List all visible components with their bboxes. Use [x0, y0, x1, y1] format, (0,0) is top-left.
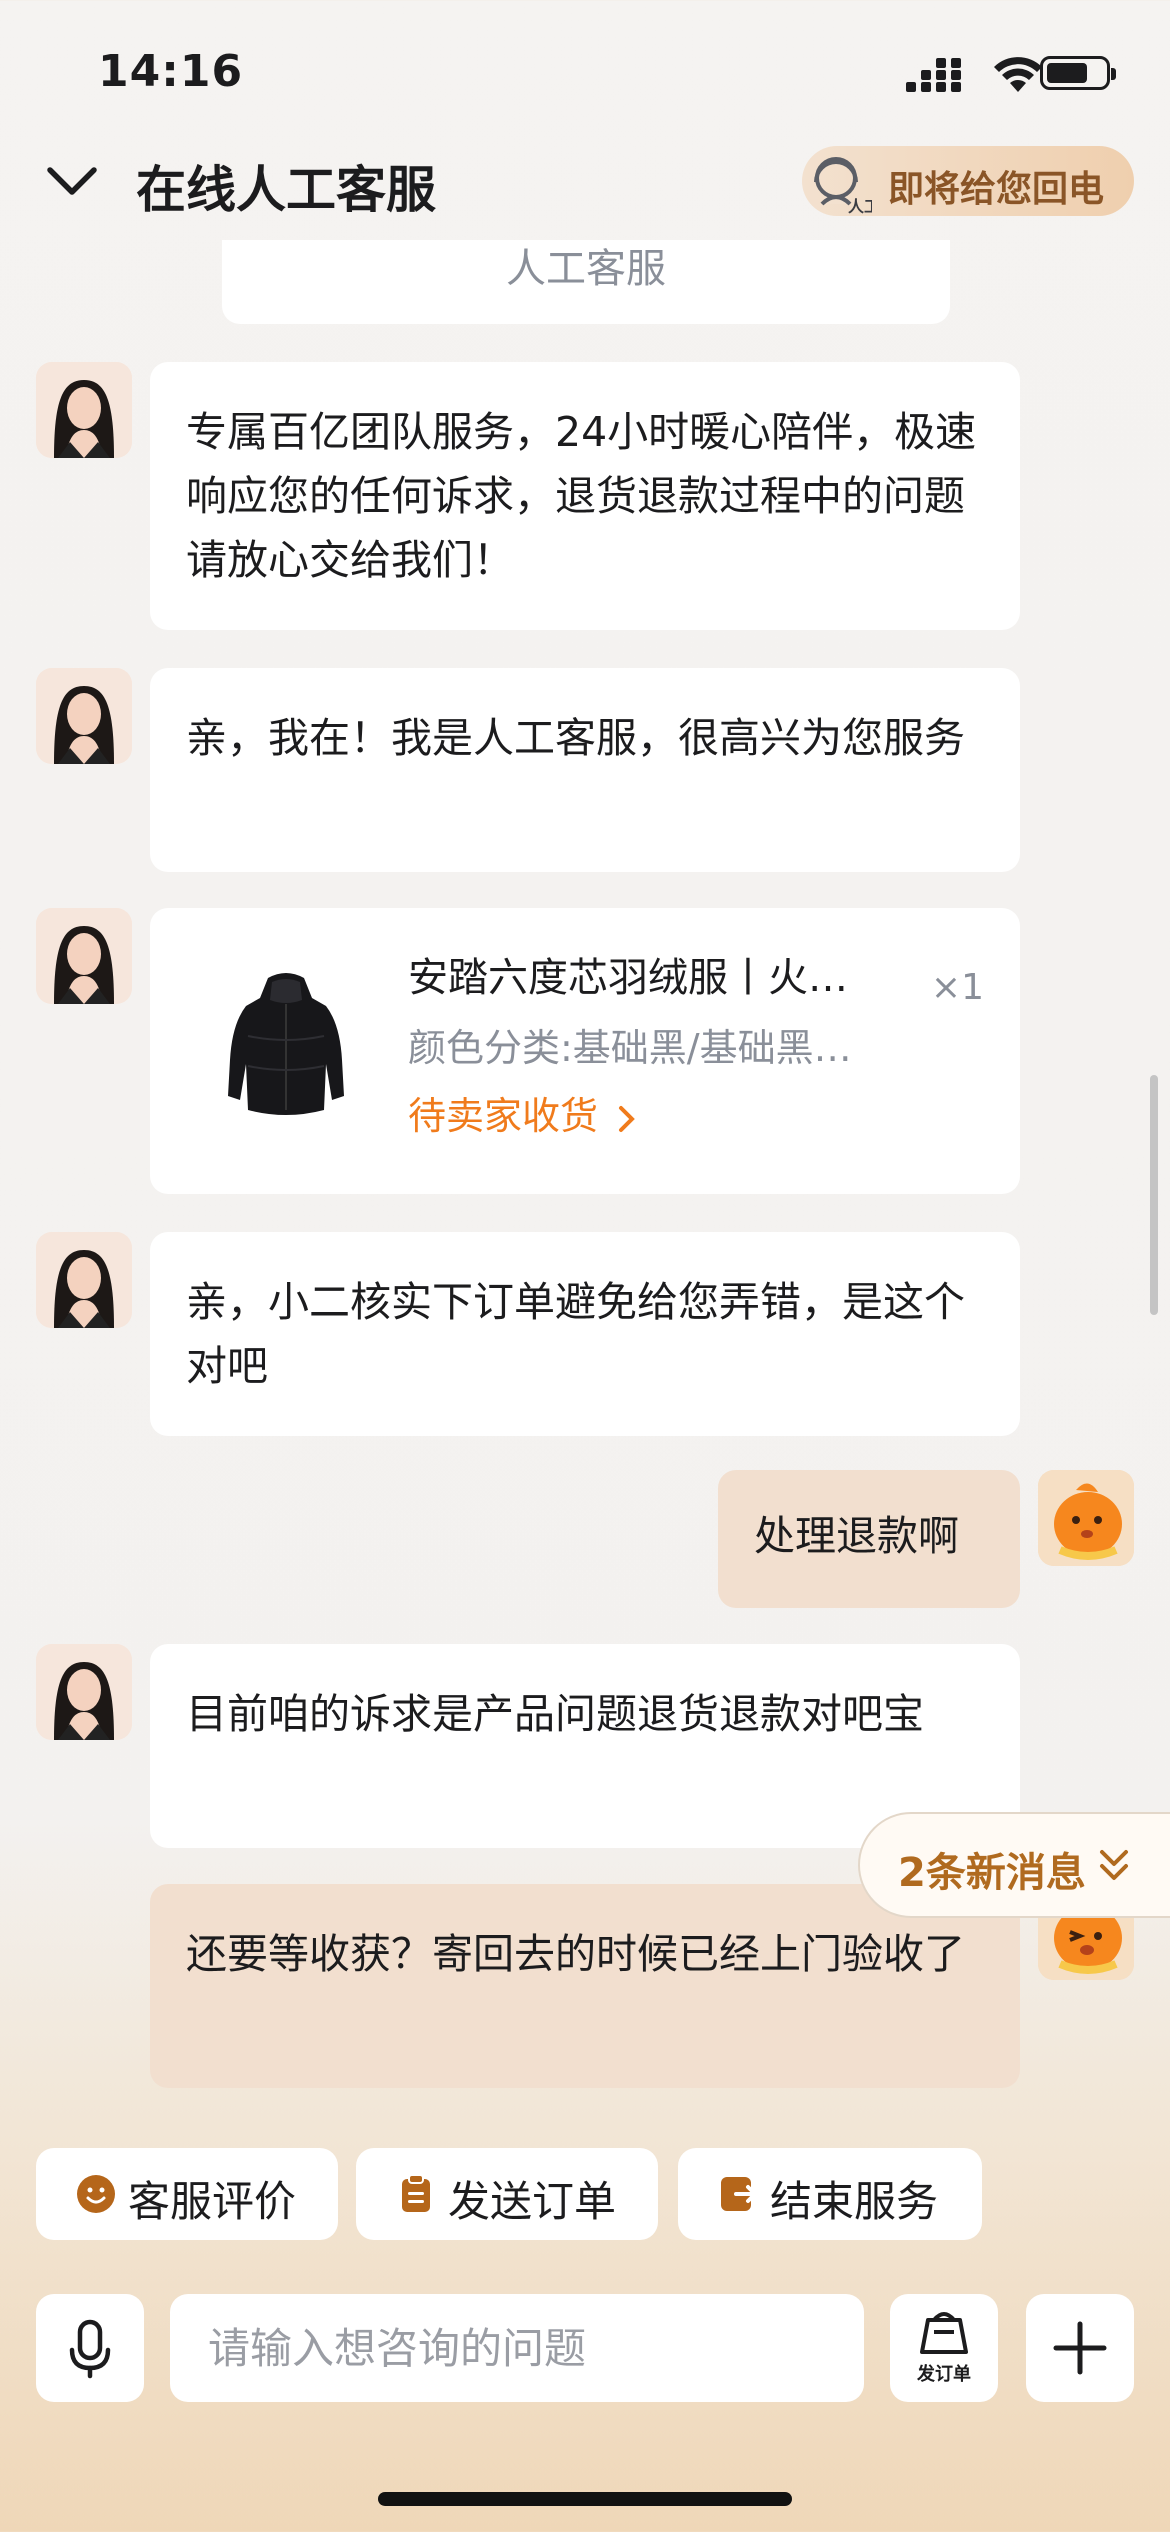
quick-action-label: 客服评价 [128, 2177, 297, 2226]
rate-service-button[interactable]: 客服评价 [36, 2148, 338, 2240]
callback-label: 即将给您回电 [888, 169, 1105, 210]
plus-icon [1053, 2321, 1107, 2375]
battery-icon [1040, 56, 1116, 90]
agent-avatar [36, 362, 132, 458]
product-sku: 颜色分类:基础黑/基础黑… [408, 1026, 852, 1070]
page-title: 在线人工客服 [136, 161, 436, 219]
agent-message: 专属百亿团队服务，24小时暖心陪伴，极速响应您的任何诉求，退货退款过程中的问题请… [150, 362, 1020, 630]
agent-avatar [36, 668, 132, 764]
product-title: 安踏六度芯羽绒服丨火… [408, 955, 848, 1001]
message-text: 目前咱的诉求是产品问题退货退款对吧宝 [186, 1690, 924, 1738]
wifi-icon [994, 57, 1042, 92]
home-indicator[interactable] [378, 2492, 792, 2506]
agent-avatar [36, 1644, 132, 1740]
send-order-shortcut-label: 发订单 [917, 2364, 971, 2385]
new-messages-button[interactable]: 2条新消息 [858, 1812, 1170, 1918]
product-quantity: ×1 [930, 967, 984, 1008]
message-text: 专属百亿团队服务，24小时暖心陪伴，极速响应您的任何诉求，退货退款过程中的问题请… [186, 408, 977, 584]
exit-icon [721, 2177, 757, 2211]
message-text: 还要等收获？寄回去的时候已经上门验收了 [186, 1930, 965, 1978]
new-messages-label: 2条新消息 [898, 1850, 1086, 1896]
previous-card-text: 人工客服 [506, 246, 666, 292]
order-status-link[interactable]: 待卖家收货 [408, 1084, 638, 1148]
status-time: 14:16 [98, 46, 244, 97]
product-card[interactable]: 安踏六度芯羽绒服丨火… ×1 颜色分类:基础黑/基础黑… 待卖家收货 [150, 908, 1020, 1194]
message-text: 亲，我在！我是人工客服，很高兴为您服务 [186, 714, 965, 762]
agent-avatar [36, 908, 132, 1004]
callback-icon-text: 人工 [848, 197, 872, 216]
previous-card: 人工客服 [222, 240, 950, 324]
send-order-shortcut-button[interactable]: 发订单 [890, 2294, 998, 2402]
agent-avatar [36, 1232, 132, 1328]
callback-button[interactable]: 人工 即将给您回电 [802, 146, 1134, 216]
down-jacket-image [228, 973, 344, 1115]
double-chevron-down-icon [1100, 1850, 1128, 1880]
quick-action-label: 结束服务 [770, 2177, 939, 2226]
user-message: 处理退款啊 [718, 1470, 1020, 1608]
message-input[interactable] [170, 2294, 864, 2402]
end-service-button[interactable]: 结束服务 [678, 2148, 982, 2240]
order-status-text: 待卖家收货 [408, 1094, 599, 1138]
smiley-icon [77, 2175, 115, 2213]
voice-input-button[interactable] [36, 2294, 144, 2402]
send-order-button[interactable]: 发送订单 [356, 2148, 658, 2240]
headset-agent-icon: 人工 [814, 157, 872, 216]
clipboard-icon [402, 2174, 430, 2212]
collapse-chevron-icon[interactable] [44, 152, 100, 208]
user-message: 还要等收获？寄回去的时候已经上门验收了 [150, 1884, 1020, 2088]
agent-message: 亲，我在！我是人工客服，很高兴为您服务 [150, 668, 1020, 872]
user-avatar [1038, 1470, 1134, 1566]
cellular-signal-icon [906, 58, 961, 92]
agent-message: 亲，小二核实下订单避免给您弄错，是这个对吧 [150, 1232, 1020, 1436]
microphone-icon [69, 2319, 111, 2379]
message-input-field[interactable] [170, 2294, 864, 2402]
message-text: 处理退款啊 [754, 1512, 959, 1560]
message-text: 亲，小二核实下订单避免给您弄错，是这个对吧 [186, 1278, 965, 1390]
chat-scrollbar[interactable] [1150, 1075, 1158, 1315]
more-options-button[interactable] [1026, 2294, 1134, 2402]
chevron-right-icon [619, 1105, 635, 1132]
quick-action-label: 发送订单 [448, 2177, 617, 2226]
